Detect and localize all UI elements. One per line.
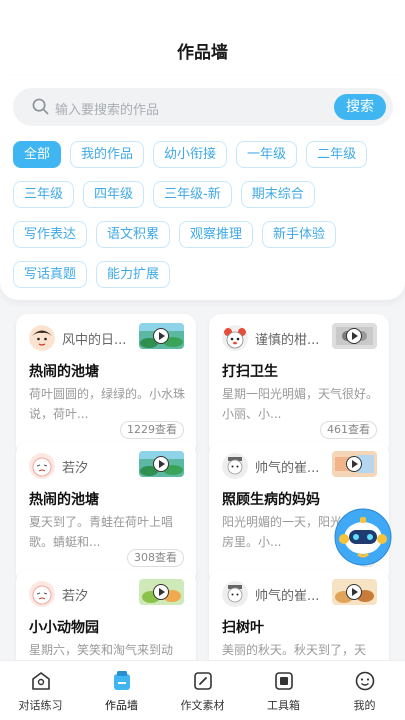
category-tags: 全部 我的作品 幼小衔接 一年级 二年级 三年级 四年级 三年级-新 期末综合 … xyxy=(13,141,398,301)
card-excerpt: 夏天到了。青蛙在荷叶上唱歌。蜻蜓和... xyxy=(29,515,174,549)
chat-practice-icon xyxy=(31,672,50,690)
tab-label: 作文素材 xyxy=(180,699,225,712)
avatar xyxy=(29,325,55,351)
card-title: 热闹的池塘 xyxy=(29,364,99,380)
avatar xyxy=(222,325,248,351)
tag-ability-extension[interactable]: 能力扩展 xyxy=(96,261,171,288)
tab-chat-practice[interactable]: 对话练习 xyxy=(0,661,81,720)
tab-works-wall[interactable]: 作品墙 xyxy=(81,661,162,720)
card-title: 小小动物园 xyxy=(29,620,99,636)
tag-grade-3-new[interactable]: 三年级-新 xyxy=(153,181,232,208)
tag-all[interactable]: 全部 xyxy=(13,141,62,168)
play-icon xyxy=(153,328,169,344)
tab-toolbox[interactable]: 工具箱 xyxy=(243,661,324,720)
author-name: 谨慎的柑... xyxy=(255,333,320,348)
author-name: 帅气的崔... xyxy=(255,461,320,476)
avatar xyxy=(222,453,248,479)
works-wall-icon xyxy=(113,671,130,690)
video-thumbnail[interactable] xyxy=(332,451,377,477)
avatar xyxy=(29,453,55,479)
work-card[interactable]: 谨慎的柑... 打扫卫生 星期一阳光明媚，天气很好。小丽、小... 461查看 xyxy=(209,314,389,456)
work-card[interactable]: 若汐 热闹的池塘 夏天到了。青蛙在荷叶上唱歌。蜻蜓和... 308查看 xyxy=(16,442,196,584)
avatar xyxy=(29,581,55,607)
tag-my-works[interactable]: 我的作品 xyxy=(70,141,145,168)
view-count: 461查看 xyxy=(320,421,377,439)
tag-writing-exam[interactable]: 写话真题 xyxy=(13,261,88,288)
video-thumbnail[interactable] xyxy=(139,323,184,349)
tag-row: 三年级 四年级 三年级-新 期末综合 xyxy=(13,181,398,208)
author-name: 若汐 xyxy=(62,589,89,604)
tag-final-review[interactable]: 期末综合 xyxy=(240,181,315,208)
work-card[interactable]: 风中的日... 热闹的池塘 荷叶圆圆的，绿绿的。小水珠说，荷叶... 1229查… xyxy=(16,314,196,456)
tab-writing-materials[interactable]: 作文素材 xyxy=(162,661,243,720)
author-name: 若汐 xyxy=(62,461,89,476)
toolbox-icon xyxy=(274,672,293,690)
search-input[interactable]: 输入要搜索的作品 xyxy=(55,99,159,118)
page-title: 作品墙 xyxy=(177,43,228,63)
card-excerpt: 荷叶圆圆的，绿绿的。小水珠说，荷叶... xyxy=(29,387,185,421)
tab-profile[interactable]: 我的 xyxy=(324,661,405,720)
search-bar[interactable]: 输入要搜索的作品 搜索 xyxy=(13,88,393,126)
tag-grade-2[interactable]: 二年级 xyxy=(306,141,368,168)
play-icon xyxy=(153,456,169,472)
filter-panel: 输入要搜索的作品 搜索 全部 我的作品 幼小衔接 一年级 二年级 三年级 四年级… xyxy=(0,76,405,300)
tag-row: 全部 我的作品 幼小衔接 一年级 二年级 xyxy=(13,141,398,168)
profile-icon xyxy=(355,671,374,691)
materials-icon xyxy=(193,672,212,690)
avatar xyxy=(222,581,248,607)
play-icon xyxy=(346,456,362,472)
header: 作品墙 xyxy=(0,0,405,76)
tag-observation-reasoning[interactable]: 观察推理 xyxy=(179,221,254,248)
tag-grade-3[interactable]: 三年级 xyxy=(13,181,75,208)
tag-grade-1[interactable]: 一年级 xyxy=(236,141,298,168)
tag-preschool[interactable]: 幼小衔接 xyxy=(153,141,228,168)
tag-row: 写话真题 能力扩展 xyxy=(13,261,398,288)
author-name: 帅气的崔... xyxy=(255,589,320,604)
tag-beginner-experience[interactable]: 新手体验 xyxy=(262,221,337,248)
author-name: 风中的日... xyxy=(62,333,127,348)
search-icon xyxy=(32,98,49,115)
card-title: 打扫卫生 xyxy=(222,364,278,380)
view-count: 1229查看 xyxy=(120,421,184,439)
tab-label: 我的 xyxy=(353,699,376,712)
card-title: 热闹的池塘 xyxy=(29,492,99,508)
card-excerpt: 星期一阳光明媚，天气很好。小丽、小... xyxy=(222,387,378,421)
video-thumbnail[interactable] xyxy=(332,579,377,605)
video-thumbnail[interactable] xyxy=(139,451,184,477)
tab-label: 工具箱 xyxy=(267,699,300,712)
ai-assistant-robot-icon[interactable] xyxy=(334,508,392,566)
card-title: 扫树叶 xyxy=(222,620,264,636)
play-icon xyxy=(346,584,362,600)
video-thumbnail[interactable] xyxy=(139,579,184,605)
tag-writing-expression[interactable]: 写作表达 xyxy=(13,221,88,248)
search-button[interactable]: 搜索 xyxy=(334,94,386,120)
tag-grade-4[interactable]: 四年级 xyxy=(83,181,145,208)
card-title: 照顾生病的妈妈 xyxy=(222,492,320,508)
tab-label: 对话练习 xyxy=(18,699,63,712)
bottom-tab-bar: 对话练习 作品墙 作文素材 工具箱 我的 xyxy=(0,660,405,720)
tab-label: 作品墙 xyxy=(105,699,138,712)
play-icon xyxy=(153,584,169,600)
tag-row: 写作表达 语文积累 观察推理 新手体验 xyxy=(13,221,398,248)
video-thumbnail[interactable] xyxy=(332,323,377,349)
tag-language-accumulation[interactable]: 语文积累 xyxy=(96,221,171,248)
view-count: 308查看 xyxy=(127,549,184,567)
play-icon xyxy=(346,328,362,344)
